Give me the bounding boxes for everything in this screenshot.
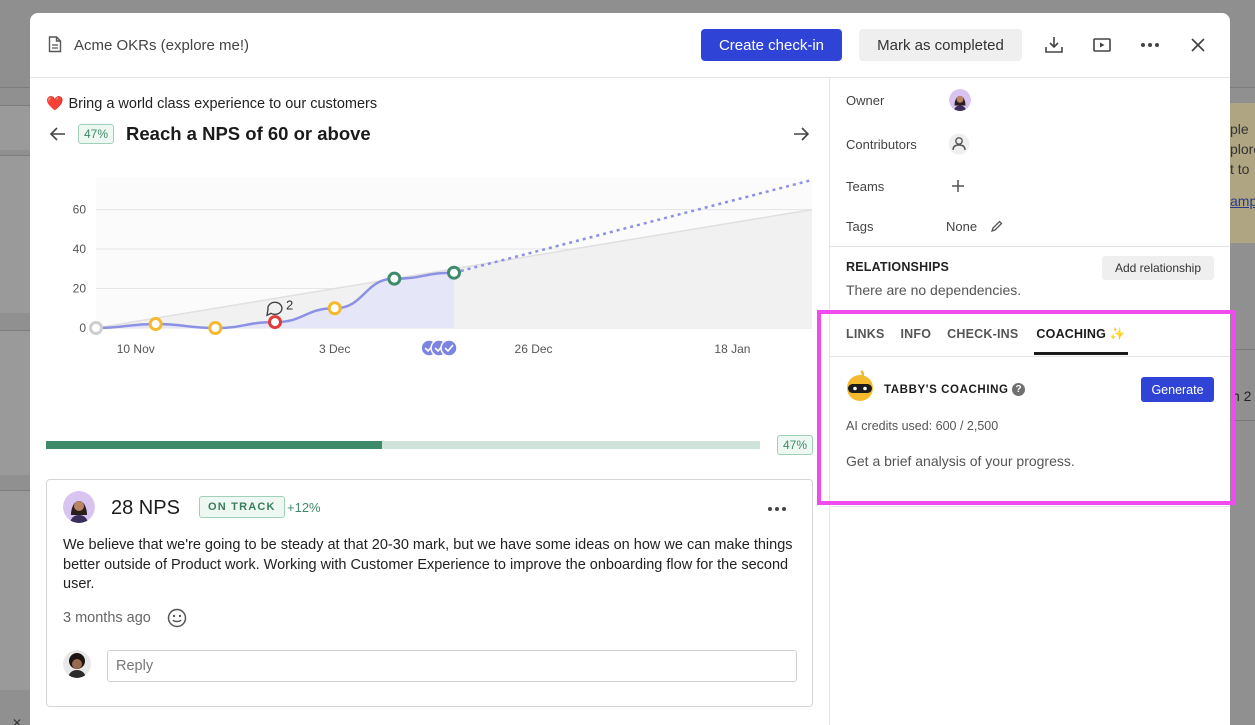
background-row [0, 490, 30, 690]
tab-coaching[interactable]: COACHING ✨ [1034, 327, 1128, 355]
background-row [0, 330, 30, 475]
checkin-timestamp: 3 months ago [63, 610, 151, 626]
tab-info[interactable]: INFO [901, 327, 932, 355]
checkin-delta: +12% [287, 500, 321, 515]
progress-bar-fill [46, 441, 382, 449]
data-point [148, 317, 163, 332]
progress-label: 47% [777, 435, 814, 455]
data-point [447, 265, 461, 280]
add-contributor-icon[interactable] [948, 133, 970, 160]
data-point [208, 321, 223, 335]
tab-links[interactable]: LINKS [846, 327, 885, 355]
x-tick-label: 18 Jan [714, 342, 750, 356]
previous-arrow-icon[interactable] [46, 122, 70, 146]
objective-title: Bring a world class experience to our cu… [68, 95, 378, 112]
add-team-icon[interactable] [951, 179, 965, 198]
section-divider [830, 506, 1230, 507]
download-icon[interactable] [1042, 33, 1066, 57]
data-point [327, 301, 342, 316]
generate-button[interactable]: Generate [1141, 377, 1214, 402]
close-icon[interactable] [1186, 33, 1210, 57]
tab-divider [830, 356, 1230, 357]
key-result-title: Reach a NPS of 60 or above [126, 123, 371, 144]
current-user-avatar [63, 650, 91, 678]
coaching-description: Get a brief analysis of your progress. [846, 453, 1075, 469]
tags-value: None [946, 219, 978, 234]
bg-text: plore [1230, 141, 1255, 157]
x-tick-label: 10 Nov [117, 342, 155, 356]
checkin-more-icon[interactable] [767, 496, 787, 517]
heart-icon: ❤️ [46, 95, 64, 111]
reply-input[interactable] [107, 650, 797, 682]
teams-label: Teams [846, 179, 885, 194]
section-divider [830, 246, 1230, 247]
edit-tags-icon[interactable] [990, 220, 1003, 238]
more-icon[interactable] [1138, 33, 1162, 57]
objective-link[interactable]: ❤️ Bring a world class experience to our… [46, 95, 377, 112]
progress-badge: 47% [78, 124, 115, 144]
bg-divider [1230, 420, 1255, 421]
relationships-title: RELATIONSHIPS [846, 260, 950, 274]
document-icon [48, 36, 62, 58]
progress-chart: 0 20 40 60 2 10 Nov 3 Dec 26 Dec 18 Jan [73, 178, 813, 357]
modal-header: Acme OKRs (explore me!) Create check-in … [30, 13, 1230, 78]
teams-row: Teams [846, 179, 884, 194]
present-icon[interactable] [1090, 33, 1114, 57]
bg-divider [1230, 349, 1255, 350]
tab-bar: LINKS INFO CHECK-INS COACHING ✨ [846, 327, 1128, 357]
comment-count: 2 [286, 297, 293, 312]
status-badge: ON TRACK [199, 496, 285, 518]
bg-text: t to [1230, 161, 1250, 177]
bg-close-icon: ✕ [12, 716, 23, 725]
y-tick-label: 20 [73, 282, 87, 296]
background-row [0, 105, 30, 150]
data-point [89, 321, 103, 335]
key-result-panel: ❤️ Bring a world class experience to our… [30, 78, 829, 725]
coaching-title: TABBY'S COACHING [884, 384, 1009, 396]
ai-credits: AI credits used: 600 / 2,500 [846, 419, 999, 433]
details-panel: Owner Contributors Teams Tags None RELAT… [830, 78, 1230, 725]
tabby-mascot-icon [845, 369, 875, 406]
tags-label: Tags [846, 219, 874, 234]
checkin-value: 28 NPS [111, 497, 180, 519]
owner-avatar[interactable] [949, 89, 971, 111]
progress-bar [46, 441, 760, 449]
bg-link: amp [1230, 193, 1255, 209]
checkin-card: 28 NPS ON TRACK +12% We believe that we'… [46, 479, 813, 707]
contributors-label: Contributors [846, 137, 917, 152]
okr-modal: Acme OKRs (explore me!) Create check-in … [30, 13, 1230, 725]
owner-row: Owner [846, 93, 884, 108]
y-tick-label: 40 [73, 242, 87, 256]
mark-completed-button[interactable]: Mark as completed [859, 29, 1022, 61]
owner-label: Owner [846, 93, 885, 108]
tags-row: Tags None [846, 219, 977, 234]
help-icon[interactable]: ? [1012, 383, 1025, 396]
x-tick-label: 26 Dec [515, 342, 553, 356]
emoji-reaction-icon[interactable] [167, 608, 187, 633]
background-banner: ple plore t to amp [1228, 103, 1255, 243]
create-checkin-button[interactable]: Create check-in [701, 29, 842, 61]
checkin-marker [440, 339, 458, 357]
section-divider [830, 313, 1230, 314]
bg-text: n 2 [1232, 388, 1252, 404]
y-tick-label: 0 [79, 321, 86, 335]
contributors-row: Contributors [846, 137, 917, 152]
next-arrow-icon[interactable] [789, 122, 813, 146]
data-point [387, 271, 402, 286]
data-point [268, 315, 282, 330]
relationships-empty: There are no dependencies. [846, 282, 1022, 298]
checkin-comment: We believe that we're going to be steady… [63, 537, 793, 592]
bg-text: ple [1230, 121, 1249, 137]
add-relationship-button[interactable]: Add relationship [1102, 256, 1214, 280]
document-title[interactable]: Acme OKRs (explore me!) [74, 37, 249, 54]
background-row [0, 155, 30, 313]
x-tick-label: 3 Dec [319, 342, 350, 356]
y-tick-label: 60 [73, 203, 87, 217]
author-avatar[interactable] [63, 491, 95, 523]
tab-checkins[interactable]: CHECK-INS [947, 327, 1018, 355]
